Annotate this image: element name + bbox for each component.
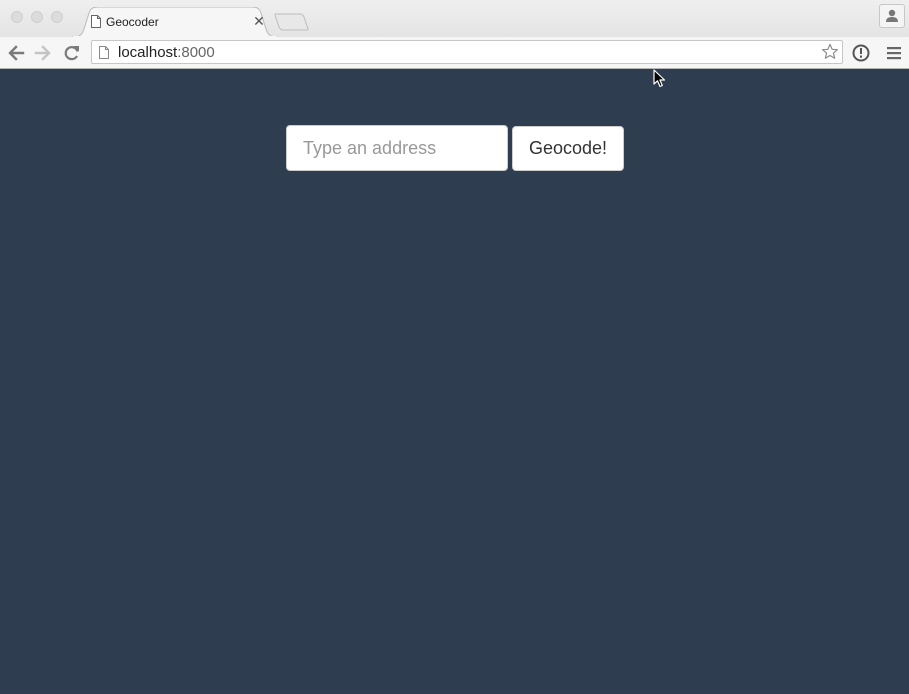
- person-icon: [886, 9, 898, 22]
- new-tab-button[interactable]: [274, 13, 310, 31]
- menu-icon[interactable]: [884, 43, 904, 63]
- geocode-button[interactable]: Geocode!: [512, 126, 624, 171]
- mouse-cursor-icon: [653, 69, 666, 88]
- star-icon[interactable]: [821, 43, 839, 61]
- forward-arrow-icon[interactable]: [33, 43, 53, 63]
- minimize-window-button[interactable]: [31, 11, 43, 23]
- tab-strip: Geocoder ✕: [0, 0, 909, 37]
- page-content: Geocode!: [0, 69, 909, 694]
- tab-title: Geocoder: [106, 15, 159, 29]
- profile-button[interactable]: [879, 4, 905, 28]
- url-port: :8000: [177, 44, 215, 61]
- browser-window: Geocoder ✕ localhost:8000 Type an addres…: [0, 0, 909, 694]
- reload-icon[interactable]: [62, 43, 82, 63]
- extension-icon[interactable]: [851, 43, 871, 63]
- close-tab-icon[interactable]: ✕: [252, 13, 266, 29]
- page-icon: [99, 46, 109, 59]
- address-input[interactable]: [286, 125, 508, 171]
- address-bar[interactable]: localhost:8000: [91, 40, 843, 64]
- page-icon: [91, 15, 101, 28]
- url-text: localhost:8000: [118, 44, 215, 61]
- close-window-button[interactable]: [11, 11, 23, 23]
- back-arrow-icon[interactable]: [6, 43, 26, 63]
- zoom-window-button[interactable]: [51, 11, 63, 23]
- browser-toolbar: localhost:8000: [0, 37, 909, 69]
- url-host: localhost: [118, 44, 178, 61]
- tab-geocoder[interactable]: Geocoder ✕: [72, 7, 278, 37]
